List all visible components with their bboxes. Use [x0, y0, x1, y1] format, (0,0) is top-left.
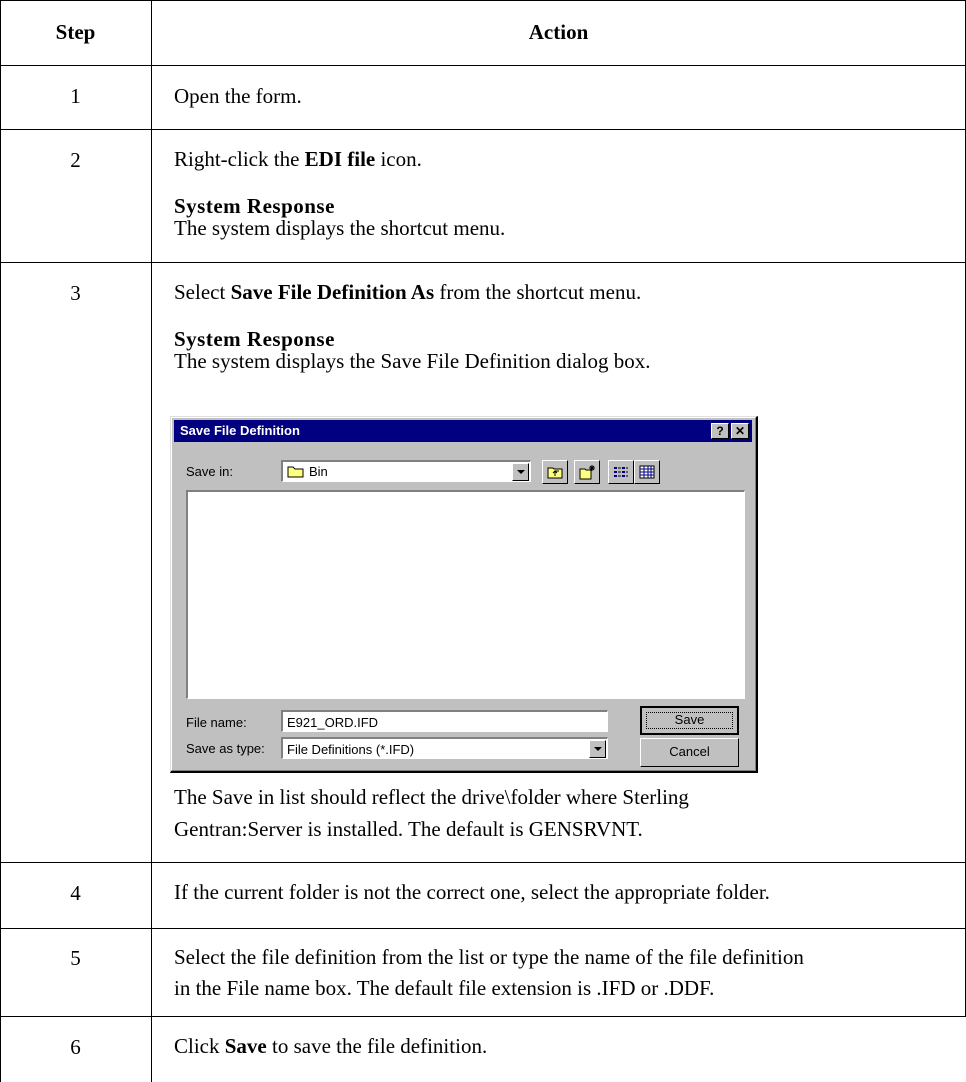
details-view-button[interactable] — [634, 460, 660, 484]
close-button[interactable]: ✕ — [731, 423, 749, 439]
save-file-definition-dialog: Save File Definition ? ✕ Save in: Bin Fi… — [170, 416, 758, 773]
cancel-button[interactable]: Cancel — [640, 738, 739, 767]
row-divider — [0, 928, 966, 929]
step-text-line-2: in the File name box. The default file e… — [174, 976, 715, 1000]
file-name-input[interactable]: E921_ORD.IFD — [281, 710, 608, 732]
file-name-value: E921_ORD.IFD — [287, 715, 379, 730]
help-button[interactable]: ? — [711, 423, 729, 439]
chevron-down-icon[interactable] — [512, 463, 529, 481]
step-number: 3 — [70, 281, 81, 305]
up-one-level-icon — [547, 465, 563, 482]
step-number: 2 — [70, 148, 81, 172]
details-view-icon — [639, 465, 655, 482]
table-border-top — [0, 0, 966, 1]
list-view-button[interactable] — [608, 460, 634, 484]
save-button[interactable]: Save — [640, 706, 739, 735]
row-divider — [0, 65, 966, 66]
column-divider — [151, 0, 152, 1082]
folder-icon — [287, 465, 305, 478]
step-text-line-1: Select the file definition from the list… — [174, 945, 804, 969]
system-response-text: The system displays the shortcut menu. — [174, 216, 506, 240]
dialog-title: Save File Definition — [180, 423, 300, 438]
file-name-label: File name: — [186, 715, 247, 730]
save-in-value: Bin — [309, 464, 328, 479]
chevron-down-icon[interactable] — [589, 740, 606, 758]
save-as-type-dropdown[interactable]: File Definitions (*.IFD) — [281, 737, 608, 759]
up-one-level-button[interactable] — [542, 460, 568, 484]
row-divider — [0, 862, 966, 863]
step-number: 5 — [70, 946, 81, 970]
cancel-button-label: Cancel — [669, 744, 710, 759]
save-as-type-value: File Definitions (*.IFD) — [287, 742, 415, 757]
file-list[interactable] — [186, 490, 745, 699]
step-text: Click Save to save the file definition. — [174, 1034, 488, 1058]
row-divider — [0, 129, 966, 130]
step-number: 1 — [70, 84, 81, 108]
step-text: If the current folder is not the correct… — [174, 880, 770, 904]
step-text: Right-click the EDI file icon. — [174, 147, 422, 171]
save-as-type-label: Save as type: — [186, 741, 265, 756]
step-number: 6 — [70, 1035, 81, 1059]
row-divider — [0, 1016, 966, 1017]
header-action: Action — [528, 20, 589, 44]
system-response-text: The system displays the Save File Defini… — [174, 349, 651, 373]
step-text: Select Save File Definition As from the … — [174, 280, 642, 304]
new-folder-icon — [579, 464, 596, 483]
save-in-label: Save in: — [186, 464, 233, 479]
note-line-2: Gentran:Server is installed. The default… — [174, 817, 643, 841]
step-number: 4 — [70, 881, 81, 905]
list-view-icon — [613, 465, 629, 482]
save-in-dropdown[interactable]: Bin — [281, 460, 531, 482]
row-divider — [0, 262, 966, 263]
dialog-titlebar: Save File Definition ? ✕ — [174, 420, 752, 442]
note-line-1: The Save in list should reflect the driv… — [174, 785, 689, 809]
header-step: Step — [55, 20, 96, 44]
step-text: Open the form. — [174, 84, 302, 108]
new-folder-button[interactable] — [574, 460, 600, 484]
